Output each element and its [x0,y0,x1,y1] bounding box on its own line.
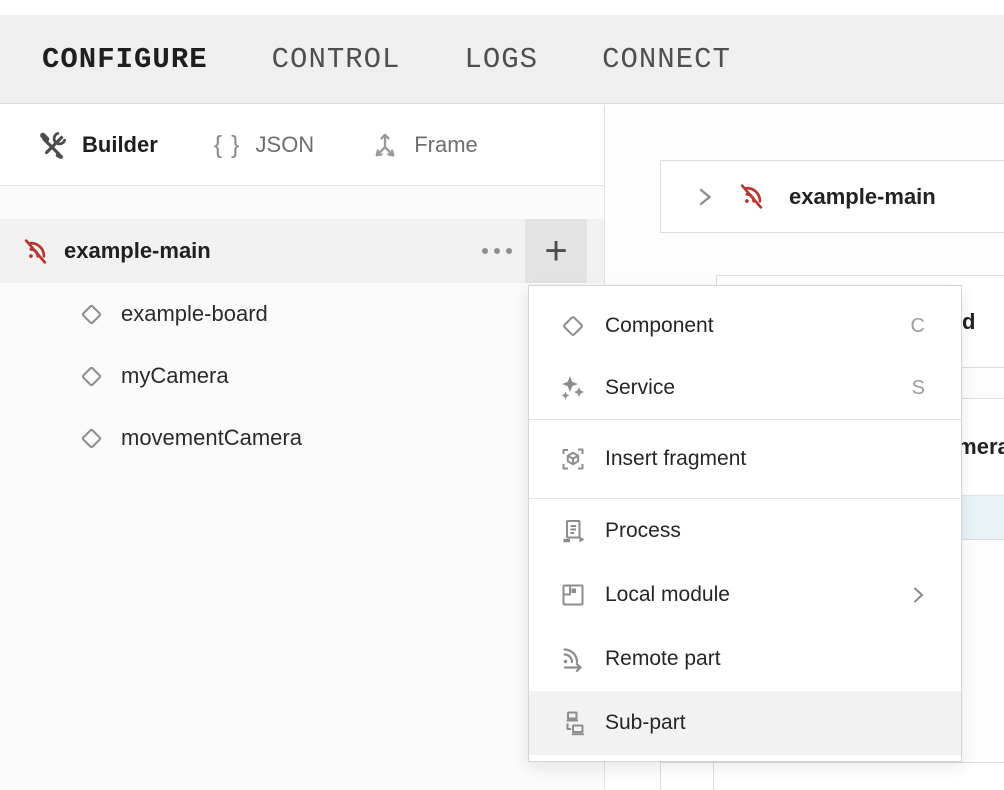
tab-logs[interactable]: LOGS [464,43,538,76]
view-mode-tabs: Builder { } JSON Frame [0,105,604,186]
component-diamond-icon [78,363,105,390]
sub-part-icon [559,709,587,737]
tab-frame-label: Frame [414,132,478,158]
menu-item-sub-part[interactable]: Sub-part [529,691,961,755]
tab-configure[interactable]: CONFIGURE [42,43,208,76]
menu-item-service[interactable]: Service S [529,357,961,419]
more-options-button[interactable] [469,219,525,283]
resource-tree: example-board myCamera movementCamera [0,283,604,469]
tree-part-name: example-main [64,238,469,264]
tab-connect[interactable]: CONNECT [602,43,731,76]
offline-icon [20,236,51,267]
tree-item-label: myCamera [121,363,229,389]
tools-icon [38,130,68,160]
part-card-example-main[interactable]: example-main [660,160,1004,233]
tab-json-label: JSON [256,132,315,158]
braces-icon: { } [214,131,242,160]
menu-item-label: Local module [605,583,894,607]
offline-icon [736,181,767,212]
frame-axes-icon [370,130,400,160]
tree-item-my-camera[interactable]: myCamera [0,345,604,407]
menu-item-process[interactable]: Process [529,499,961,563]
shortcut-key: C [911,315,925,338]
add-resource-menu: Component C Service S [528,285,962,762]
remote-part-icon [559,645,587,673]
component-diamond-icon [78,301,105,328]
menu-item-label: Service [605,376,894,400]
add-button[interactable]: + [525,219,587,283]
menu-item-label: Insert fragment [605,447,925,471]
tab-json[interactable]: { } JSON [214,131,314,160]
config-sidebar: Builder { } JSON Frame [0,105,605,790]
top-nav: CONFIGURE CONTROL LOGS CONNECT [0,15,1004,104]
shortcut-key: S [912,377,925,400]
menu-item-component[interactable]: Component C [529,295,961,357]
menu-item-remote-part[interactable]: Remote part [529,627,961,691]
menu-item-insert-fragment[interactable]: Insert fragment [529,420,961,498]
tab-builder-label: Builder [82,132,158,158]
component-diamond-icon [78,425,105,452]
tab-frame[interactable]: Frame [370,130,478,160]
tab-builder[interactable]: Builder [38,130,158,160]
dots-icon [482,248,488,254]
tree-part-row-example-main[interactable]: example-main + [0,219,604,283]
service-sparkles-icon [559,374,587,402]
tab-control[interactable]: CONTROL [272,43,401,76]
menu-item-label: Remote part [605,647,925,671]
menu-item-label: Process [605,519,925,543]
fragment-icon [559,445,587,473]
card-cell [661,763,714,790]
menu-item-label: Component [605,314,893,338]
part-card-title: example-main [789,184,936,210]
submenu-chevron-icon [912,585,925,605]
resource-card-partial[interactable] [660,762,1004,790]
viam-configure-app: CONFIGURE CONTROL LOGS CONNECT example-m [0,0,1004,790]
tree-item-label: example-board [121,301,268,327]
tree-item-example-board[interactable]: example-board [0,283,604,345]
menu-item-local-module[interactable]: Local module [529,563,961,627]
process-icon [559,517,587,545]
local-module-icon [559,581,587,609]
tree-item-movement-camera[interactable]: movementCamera [0,407,604,469]
component-diamond-icon [559,312,587,340]
tree-item-label: movementCamera [121,425,302,451]
chevron-right-icon[interactable] [697,185,714,209]
menu-item-label: Sub-part [605,711,925,735]
